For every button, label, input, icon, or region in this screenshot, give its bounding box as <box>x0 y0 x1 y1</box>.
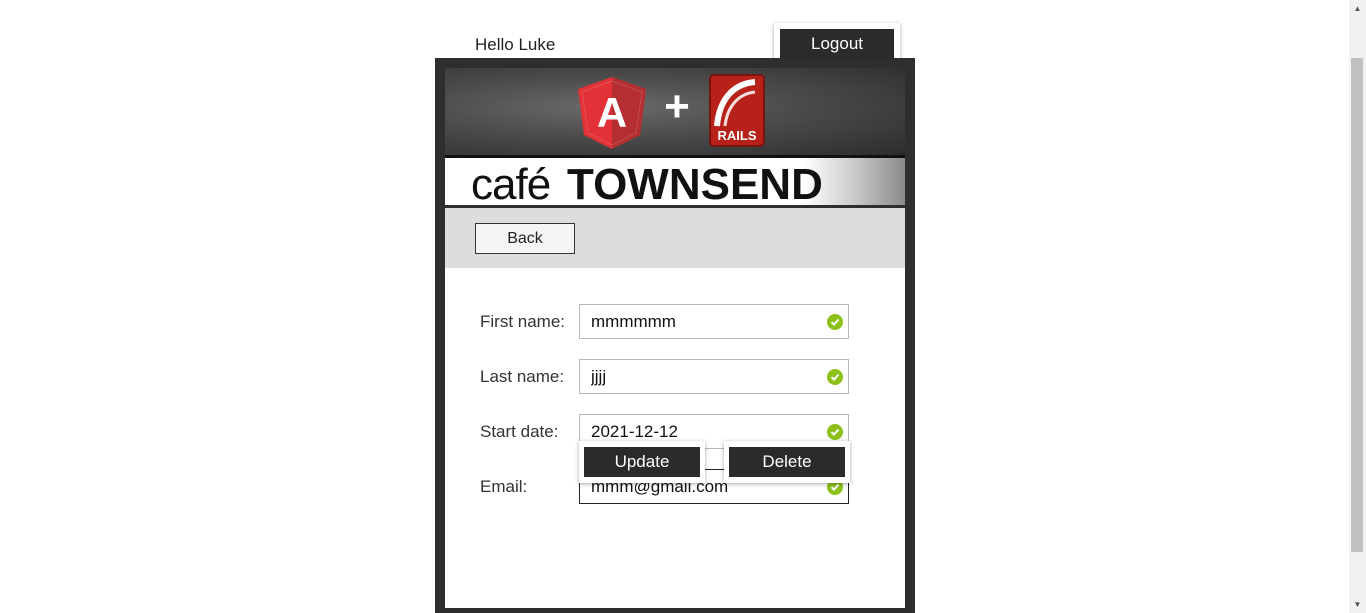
cafe-townsend-wordmark: café TOWNSEND <box>445 155 905 209</box>
update-button-frame: Update <box>579 441 705 483</box>
plus-icon: + <box>664 82 690 131</box>
first-name-row: First name: <box>445 304 905 340</box>
update-button[interactable]: Update <box>584 447 700 477</box>
rails-logo-icon: RAILS <box>709 74 765 147</box>
last-name-label: Last name: <box>480 367 565 386</box>
logout-button[interactable]: Logout <box>780 29 894 59</box>
valid-check-icon <box>827 424 843 440</box>
greeting-text: Hello Luke <box>475 35 556 54</box>
wordmark-townsend: TOWNSEND <box>567 160 823 209</box>
logout-button-frame: Logout <box>774 23 900 63</box>
scroll-down-arrow-icon[interactable]: ▼ <box>1349 596 1366 613</box>
valid-check-icon <box>827 314 843 330</box>
scrollbar-thumb[interactable] <box>1351 58 1363 552</box>
last-name-input[interactable] <box>579 359 849 394</box>
first-name-input[interactable] <box>579 304 849 339</box>
header-banner: A + RAILS <box>445 68 905 155</box>
email-label: Email: <box>480 477 528 496</box>
app-frame: A + RAILS café TOWNSEND Back First name:… <box>435 58 915 613</box>
angular-logo-icon: A <box>578 77 646 149</box>
first-name-label: First name: <box>480 312 566 331</box>
edit-employee-panel: Back First name: Last name: Start date: … <box>445 208 905 608</box>
rails-logo-text: RAILS <box>718 128 757 143</box>
last-name-row: Last name: <box>445 359 905 395</box>
delete-button[interactable]: Delete <box>729 447 845 477</box>
toolbar: Back <box>445 208 905 268</box>
valid-check-icon <box>827 369 843 385</box>
back-button[interactable]: Back <box>475 223 575 254</box>
angular-logo-letter: A <box>597 89 627 136</box>
wordmark-cafe: café <box>471 160 551 209</box>
delete-button-frame: Delete <box>724 441 850 483</box>
page-scrollbar[interactable]: ▲ ▼ <box>1349 0 1366 613</box>
start-date-label: Start date: <box>480 422 559 441</box>
scroll-up-arrow-icon[interactable]: ▲ <box>1349 0 1366 17</box>
